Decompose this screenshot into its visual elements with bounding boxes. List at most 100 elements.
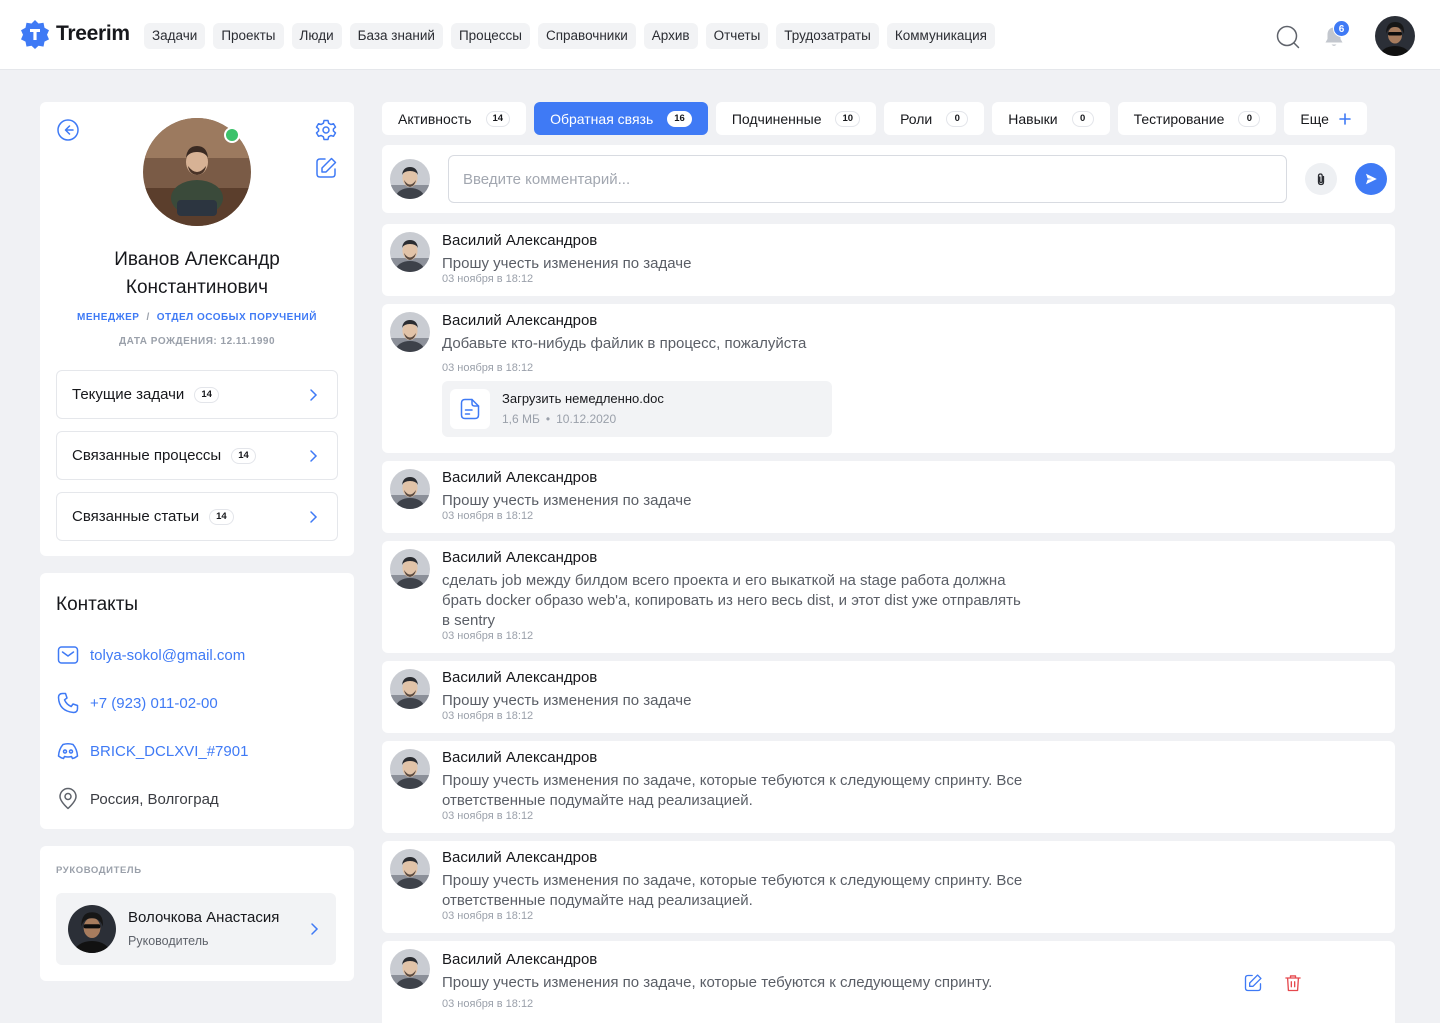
comment-item: Василий Александров Прошу учесть изменен… bbox=[382, 661, 1395, 733]
app-logo[interactable]: Treerim bbox=[20, 19, 130, 49]
comment-text: Добавьте кто-нибудь файлик в процесс, по… bbox=[442, 335, 807, 352]
online-status-indicator bbox=[224, 127, 240, 143]
comment-author-avatar bbox=[390, 849, 430, 889]
comment-author: Василий Александров bbox=[442, 669, 598, 686]
contact-discord[interactable]: BRICK_DCLXVI_#7901 bbox=[56, 739, 248, 763]
comment-item: Василий Александров Прошу учесть изменен… bbox=[382, 224, 1395, 296]
comment-actions bbox=[1243, 973, 1303, 993]
comment-text: Прошу учесть изменения по задаче, которы… bbox=[442, 974, 993, 991]
send-icon bbox=[1366, 173, 1377, 185]
tab-more[interactable]: Еще bbox=[1284, 102, 1367, 135]
nav-item-archive[interactable]: Архив bbox=[643, 23, 698, 49]
paperclip-icon bbox=[1317, 173, 1325, 186]
main-nav: Задачи Проекты Люди База знаний Процессы… bbox=[144, 23, 995, 49]
related-processes-link[interactable]: Связанные процессы 14 bbox=[56, 431, 338, 480]
file-icon bbox=[460, 398, 480, 420]
nav-item-communication[interactable]: Коммуникация bbox=[886, 23, 995, 49]
comment-text: Прошу учесть изменения по задаче bbox=[442, 255, 692, 272]
nav-item-tasks[interactable]: Задачи bbox=[144, 23, 206, 49]
app-name: Treerim bbox=[56, 22, 130, 45]
nav-item-people[interactable]: Люди bbox=[291, 23, 342, 49]
edit-icon[interactable] bbox=[314, 156, 338, 180]
comment-item: Василий Александров Прошу учесть изменен… bbox=[382, 741, 1395, 833]
file-size: 1,6 МБ bbox=[502, 412, 540, 426]
discord-icon bbox=[57, 743, 79, 760]
comment-author: Василий Александров bbox=[442, 469, 598, 486]
comment-item: Василий Александров Прошу учесть изменен… bbox=[382, 941, 1395, 1023]
comment-input[interactable] bbox=[448, 155, 1287, 203]
nav-item-projects[interactable]: Проекты bbox=[213, 23, 284, 49]
user-avatar[interactable] bbox=[1375, 16, 1415, 56]
comment-item: Василий Александров Прошу учесть изменен… bbox=[382, 841, 1395, 933]
manager-role: Руководитель bbox=[128, 934, 209, 948]
tab-roles[interactable]: Роли 0 bbox=[884, 102, 985, 135]
search-icon[interactable] bbox=[1276, 25, 1300, 49]
nav-item-reports[interactable]: Отчеты bbox=[705, 23, 769, 49]
related-articles-link[interactable]: Связанные статьи 14 bbox=[56, 492, 338, 541]
comment-author: Василий Александров bbox=[442, 232, 598, 249]
tab-activity[interactable]: Активность 14 bbox=[382, 102, 527, 135]
tab-skills[interactable]: Навыки 0 bbox=[992, 102, 1110, 135]
gear-icon[interactable] bbox=[314, 118, 338, 142]
comment-author-avatar bbox=[390, 749, 430, 789]
contact-phone[interactable]: +7 (923) 011-02-00 bbox=[56, 691, 218, 715]
nav-item-processes[interactable]: Процессы bbox=[450, 23, 530, 49]
comment-composer bbox=[382, 145, 1395, 213]
nav-item-timesheets[interactable]: Трудозатраты bbox=[776, 23, 879, 49]
profile-role-link[interactable]: Менеджер bbox=[77, 312, 139, 323]
comment-text: Прошу учесть изменения по задаче bbox=[442, 492, 692, 509]
comment-author-avatar bbox=[390, 312, 430, 352]
comment-author-avatar bbox=[390, 669, 430, 709]
comment-timestamp: 03 ноября в 18:12 bbox=[442, 910, 534, 922]
file-date: 10.12.2020 bbox=[556, 412, 617, 426]
chevron-right-icon bbox=[310, 389, 318, 401]
manager-section-label: Руководитель bbox=[56, 865, 142, 876]
manager-avatar bbox=[68, 905, 116, 953]
plus-icon bbox=[1339, 112, 1351, 125]
count-badge: 14 bbox=[231, 447, 256, 464]
comment-author: Василий Александров bbox=[442, 951, 598, 968]
comment-text: Прошу учесть изменения по задаче bbox=[442, 692, 692, 709]
count-badge: 0 bbox=[1238, 110, 1261, 127]
count-badge: 0 bbox=[946, 110, 969, 127]
count-badge: 10 bbox=[835, 110, 861, 127]
comment-timestamp: 03 ноября в 18:12 bbox=[442, 362, 534, 374]
comment-timestamp: 03 ноября в 18:12 bbox=[442, 273, 534, 285]
send-button[interactable] bbox=[1355, 163, 1387, 195]
phone-icon bbox=[57, 692, 79, 714]
back-arrow-icon[interactable] bbox=[56, 118, 80, 142]
nav-item-directories[interactable]: Справочники bbox=[537, 23, 636, 49]
tab-subordinates[interactable]: Подчиненные 10 bbox=[715, 102, 877, 135]
file-name: Загрузить немедленно.doc bbox=[502, 391, 664, 406]
profile-department-link[interactable]: Отдел особых поручений bbox=[157, 312, 317, 323]
tab-testing[interactable]: Тестирование 0 bbox=[1117, 102, 1277, 135]
treerim-logo-icon bbox=[21, 20, 49, 49]
manager-card: Руководитель Волочкова Анастасия Руковод… bbox=[40, 846, 354, 981]
comment-text: сделать job между билдом всего проекта и… bbox=[442, 572, 1021, 629]
comment-author: Василий Александров bbox=[442, 849, 598, 866]
profile-full-name: Иванов Александр Константинович bbox=[114, 249, 280, 298]
comment-author-avatar bbox=[390, 549, 430, 589]
trash-icon[interactable] bbox=[1283, 973, 1303, 993]
edit-icon[interactable] bbox=[1243, 973, 1263, 993]
current-tasks-link[interactable]: Текущие задачи 14 bbox=[56, 370, 338, 419]
manager-name: Волочкова Анастасия bbox=[128, 909, 280, 926]
comment-item: Василий Александров Добавьте кто-нибудь … bbox=[382, 304, 1395, 453]
count-badge: 14 bbox=[485, 110, 511, 127]
tab-feedback[interactable]: Обратная связь 16 bbox=[534, 102, 708, 135]
contact-email[interactable]: tolya-sokol@gmail.com bbox=[56, 643, 245, 667]
attach-button[interactable] bbox=[1305, 163, 1337, 195]
comment-timestamp: 03 ноября в 18:12 bbox=[442, 630, 534, 642]
count-badge: 16 bbox=[667, 110, 692, 127]
comment-timestamp: 03 ноября в 18:12 bbox=[442, 510, 534, 522]
chevron-right-icon bbox=[310, 450, 318, 462]
file-meta: 1,6 МБ • 10.12.2020 bbox=[502, 412, 617, 426]
manager-item[interactable]: Волочкова Анастасия Руководитель bbox=[56, 893, 336, 965]
nav-item-knowledge-base[interactable]: База знаний bbox=[349, 23, 443, 49]
comment-text: Прошу учесть изменения по задаче, которы… bbox=[442, 772, 1023, 809]
contacts-title: Контакты bbox=[56, 594, 139, 615]
top-header: Treerim Задачи Проекты Люди База знаний … bbox=[0, 0, 1440, 70]
count-badge: 14 bbox=[209, 508, 234, 525]
avatar bbox=[390, 159, 430, 199]
file-attachment[interactable]: Загрузить немедленно.doc 1,6 МБ • 10.12.20… bbox=[442, 381, 832, 437]
